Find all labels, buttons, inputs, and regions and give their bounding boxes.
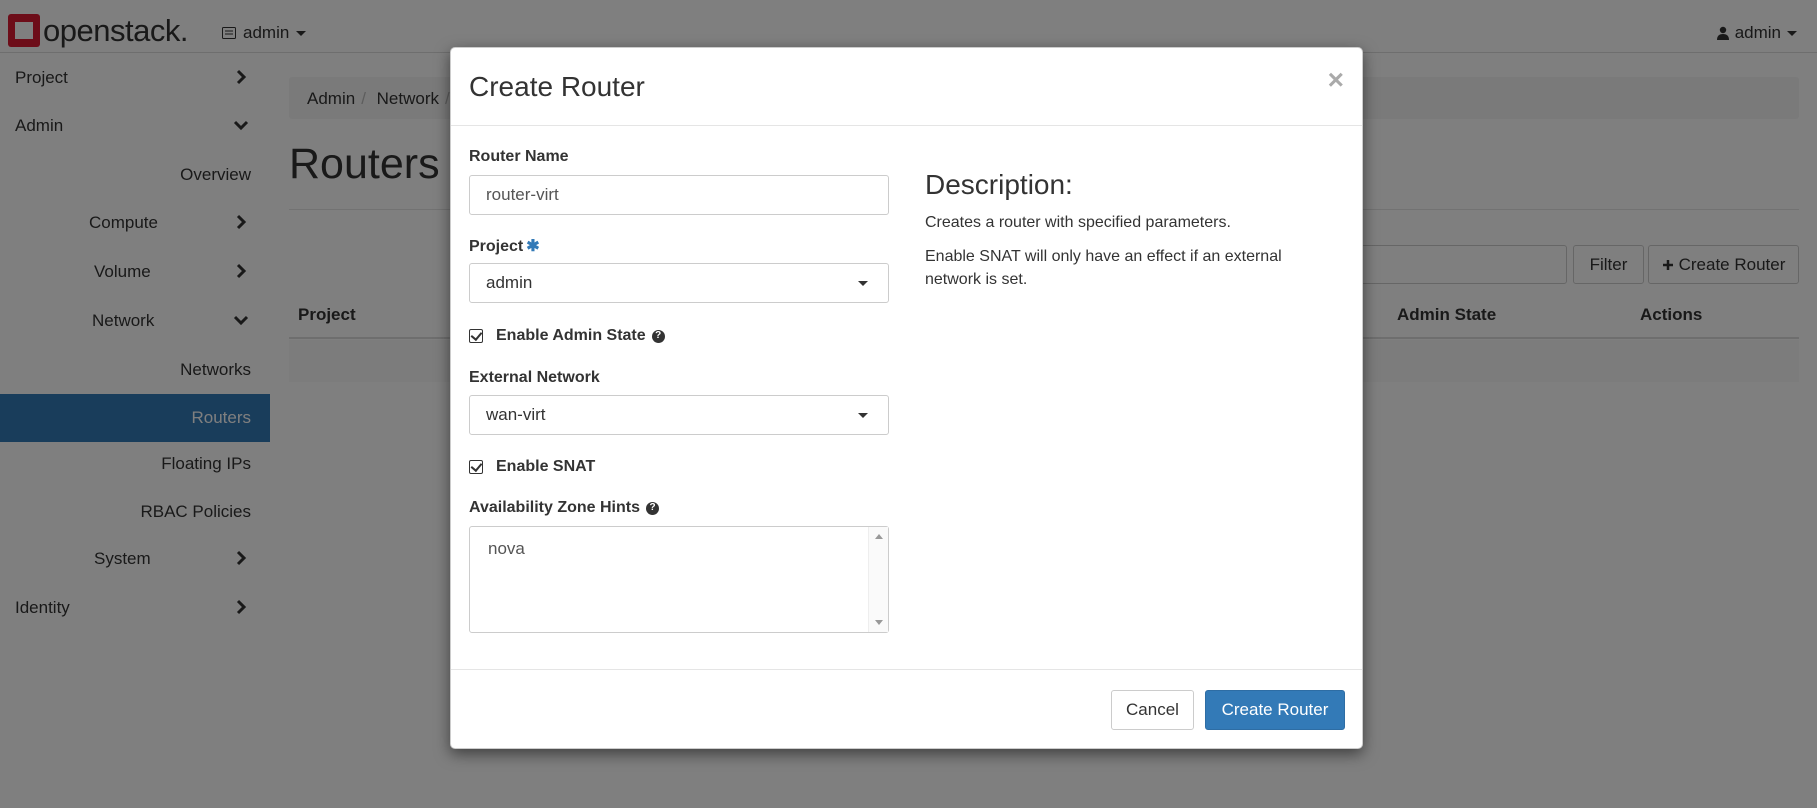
external-network-select[interactable]: wan-virt bbox=[469, 395, 889, 435]
modal-header: Create Router × bbox=[451, 48, 1362, 126]
enable-admin-state-label[interactable]: Enable Admin State bbox=[496, 327, 646, 345]
description-title: Description: bbox=[925, 169, 1073, 200]
required-icon: ✱ bbox=[526, 238, 540, 255]
question-icon[interactable]: ? bbox=[646, 501, 659, 515]
router-name-input[interactable]: router-virt bbox=[469, 175, 889, 215]
list-item[interactable]: nova bbox=[488, 539, 525, 559]
enable-snat-checkbox[interactable] bbox=[469, 460, 483, 474]
external-network-select-value: wan-virt bbox=[486, 405, 546, 424]
description-text: Enable SNAT will only have an effect if … bbox=[925, 248, 1282, 288]
enable-snat-label[interactable]: Enable SNAT bbox=[496, 458, 595, 476]
description-text: Creates a router with specified paramete… bbox=[925, 214, 1231, 231]
modal-title: Create Router bbox=[469, 71, 645, 102]
project-select[interactable]: admin bbox=[469, 263, 889, 303]
chevron-down-icon bbox=[858, 413, 868, 418]
scroll-down-icon[interactable] bbox=[875, 620, 883, 625]
scrollbar[interactable] bbox=[868, 527, 888, 632]
close-icon[interactable]: × bbox=[1328, 66, 1344, 94]
cancel-button[interactable]: Cancel bbox=[1111, 690, 1194, 730]
availability-zone-hints-list[interactable]: nova bbox=[469, 526, 889, 633]
create-router-submit-button[interactable]: Create Router bbox=[1205, 690, 1345, 730]
project-label-text: Project bbox=[469, 238, 524, 255]
scroll-up-icon[interactable] bbox=[875, 534, 883, 539]
project-select-value: admin bbox=[486, 273, 533, 292]
enable-snat-row: Enable SNAT bbox=[469, 458, 595, 476]
chevron-down-icon bbox=[858, 281, 868, 286]
project-label: Project ✱ bbox=[469, 236, 540, 256]
router-name-label: Router Name bbox=[469, 148, 569, 165]
enable-admin-state-row: Enable Admin State ? bbox=[469, 327, 665, 345]
create-router-modal: Create Router × Router Name router-virt … bbox=[450, 47, 1363, 749]
enable-admin-state-checkbox[interactable] bbox=[469, 329, 483, 343]
question-icon[interactable]: ? bbox=[651, 329, 665, 343]
availability-zone-hints-label: Availability Zone Hints ? bbox=[469, 499, 659, 517]
external-network-label: External Network bbox=[469, 369, 600, 386]
availability-zone-hints-label-text: Availability Zone Hints bbox=[469, 499, 640, 516]
